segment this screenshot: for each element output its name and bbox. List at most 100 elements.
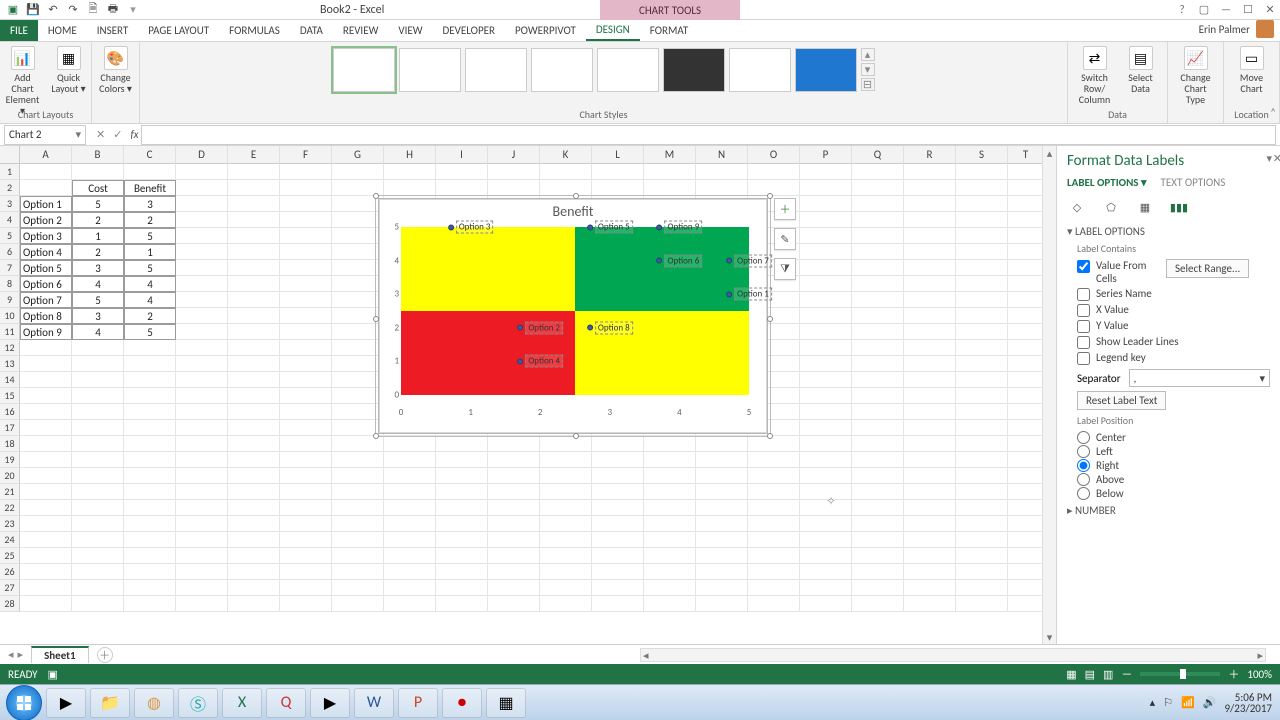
cell[interactable]	[644, 516, 696, 532]
cell[interactable]	[20, 340, 72, 356]
cell[interactable]	[228, 276, 280, 292]
cell[interactable]	[20, 532, 72, 548]
cell[interactable]	[332, 596, 384, 612]
cell[interactable]	[696, 484, 748, 500]
cell[interactable]	[20, 468, 72, 484]
cell[interactable]	[384, 468, 436, 484]
cell[interactable]	[852, 548, 904, 564]
task-excel[interactable]: X	[222, 688, 262, 718]
cell[interactable]	[280, 420, 332, 436]
col-header-T[interactable]: T	[1008, 146, 1044, 164]
cell[interactable]	[176, 452, 228, 468]
cell[interactable]	[1008, 292, 1044, 308]
cell[interactable]	[228, 308, 280, 324]
cell[interactable]	[956, 404, 1008, 420]
col-header-N[interactable]: N	[696, 146, 748, 164]
cell[interactable]: 3	[124, 196, 176, 212]
tray-up-icon[interactable]: ▴	[1150, 696, 1156, 709]
close-icon[interactable]: ✕	[1264, 4, 1276, 16]
cell[interactable]	[176, 292, 228, 308]
cell[interactable]	[176, 516, 228, 532]
cell[interactable]	[436, 164, 488, 180]
cell[interactable]	[800, 532, 852, 548]
cell[interactable]: 5	[72, 292, 124, 308]
name-box[interactable]: Chart 2 ▾	[4, 125, 86, 145]
cell[interactable]	[436, 580, 488, 596]
cell[interactable]	[384, 452, 436, 468]
cell[interactable]	[540, 548, 592, 564]
cell[interactable]	[228, 548, 280, 564]
cell[interactable]	[800, 340, 852, 356]
cell[interactable]	[696, 596, 748, 612]
cell[interactable]	[696, 532, 748, 548]
select-data-button[interactable]: ▤ Select Data	[1118, 44, 1164, 107]
cell[interactable]: Cost	[72, 180, 124, 196]
cell[interactable]	[1008, 436, 1044, 452]
tab-formulas[interactable]: FORMULAS	[219, 20, 290, 41]
minimize-icon[interactable]: —	[1220, 4, 1232, 16]
row-header-18[interactable]: 18	[0, 436, 20, 452]
cell[interactable]	[800, 276, 852, 292]
effects-icon[interactable]: ⬠	[1101, 197, 1121, 217]
cell[interactable]	[280, 276, 332, 292]
section-number[interactable]: NUMBER	[1067, 504, 1270, 517]
cell[interactable]	[540, 596, 592, 612]
cell[interactable]	[72, 340, 124, 356]
cell[interactable]	[904, 164, 956, 180]
radio-position-left[interactable]: Left	[1077, 445, 1270, 458]
move-chart-button[interactable]: ▭ Move Chart	[1229, 44, 1275, 96]
cell[interactable]	[1008, 388, 1044, 404]
cell[interactable]	[228, 404, 280, 420]
cell[interactable]	[904, 180, 956, 196]
cell[interactable]	[956, 548, 1008, 564]
fx-icon[interactable]: fx	[128, 128, 140, 141]
cell[interactable]	[436, 500, 488, 516]
cell[interactable]	[956, 420, 1008, 436]
cell[interactable]	[72, 580, 124, 596]
ribbon-options-icon[interactable]: ▢	[1198, 4, 1210, 16]
cell[interactable]	[20, 452, 72, 468]
cell[interactable]	[280, 228, 332, 244]
cell[interactable]	[228, 580, 280, 596]
cell[interactable]	[540, 180, 592, 196]
task-skype[interactable]: Ⓢ	[178, 688, 218, 718]
change-chart-type-button[interactable]: 📈 Change Chart Type	[1173, 44, 1219, 107]
chart-style-6[interactable]	[663, 48, 725, 92]
cell[interactable]	[1008, 372, 1044, 388]
cell[interactable]	[384, 500, 436, 516]
chk-legend-key[interactable]: Legend key	[1077, 351, 1270, 365]
cell[interactable]	[228, 260, 280, 276]
cell[interactable]	[436, 532, 488, 548]
chk-y-value[interactable]: Y Value	[1077, 319, 1270, 333]
cell[interactable]	[228, 180, 280, 196]
cell[interactable]	[956, 580, 1008, 596]
task-powerpoint[interactable]: P	[398, 688, 438, 718]
cell[interactable]	[228, 564, 280, 580]
tab-design[interactable]: DESIGN	[586, 20, 640, 41]
row-header-16[interactable]: 16	[0, 404, 20, 420]
cell[interactable]	[904, 356, 956, 372]
cell[interactable]	[176, 436, 228, 452]
cell[interactable]	[592, 580, 644, 596]
cell[interactable]	[956, 356, 1008, 372]
chart-style-8[interactable]	[795, 48, 857, 92]
cell[interactable]	[904, 532, 956, 548]
task-word[interactable]: W	[354, 688, 394, 718]
cell[interactable]	[176, 356, 228, 372]
chart-object[interactable]: Benefit 012345 Option 1Option 2Option 3O…	[378, 198, 768, 434]
row-header-9[interactable]: 9	[0, 292, 20, 308]
cell[interactable]	[280, 260, 332, 276]
task-app-q[interactable]: Q	[266, 688, 306, 718]
task-explorer[interactable]: 📁	[90, 688, 130, 718]
zoom-level[interactable]: 100%	[1247, 668, 1272, 681]
cell[interactable]: Option 5	[20, 260, 72, 276]
row-header-26[interactable]: 26	[0, 564, 20, 580]
cell[interactable]	[956, 516, 1008, 532]
cell[interactable]	[800, 596, 852, 612]
cell[interactable]	[800, 436, 852, 452]
cell[interactable]	[956, 500, 1008, 516]
col-header-S[interactable]: S	[956, 146, 1008, 164]
cell[interactable]	[904, 580, 956, 596]
cell[interactable]	[904, 468, 956, 484]
cell[interactable]	[644, 580, 696, 596]
